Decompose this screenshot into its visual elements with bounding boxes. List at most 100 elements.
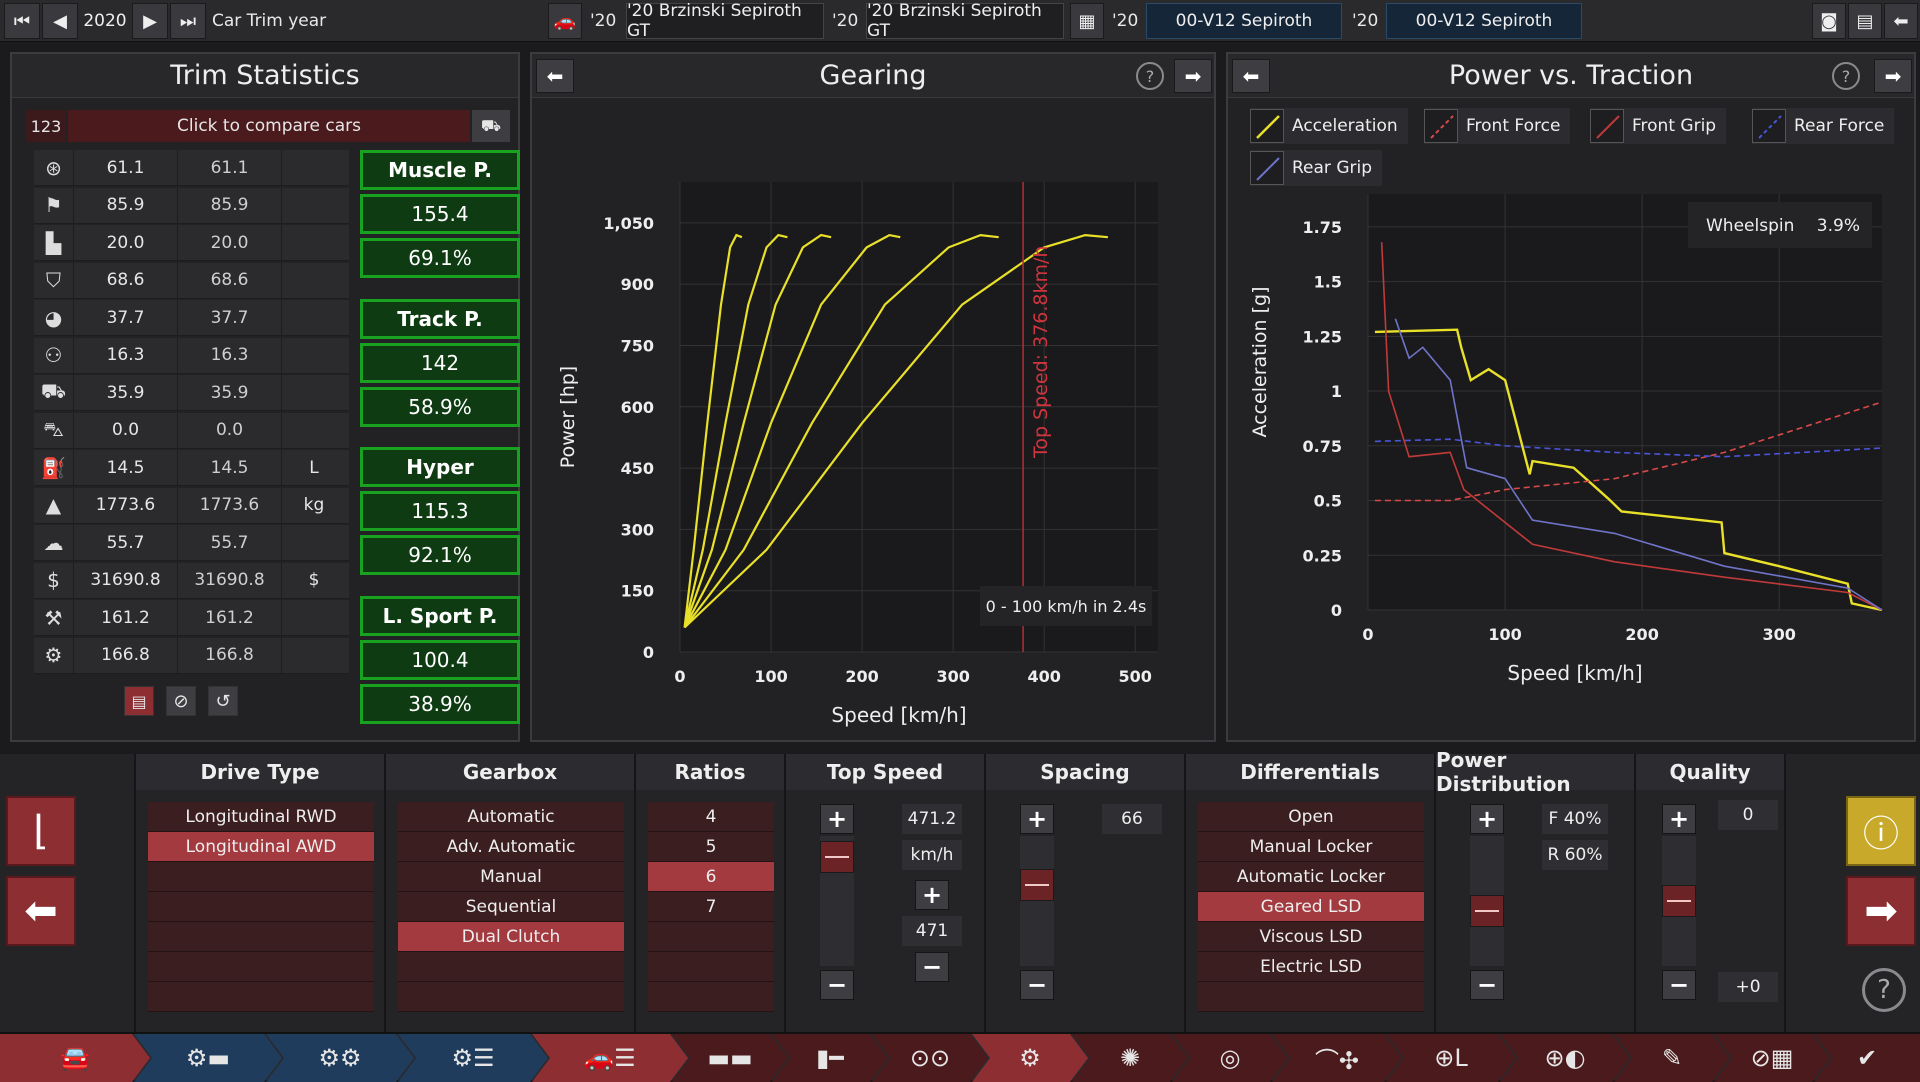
power-distribution-header: Power Distribution (1436, 748, 1634, 796)
engine-a-selector[interactable]: 00-V12 Sepiroth (1146, 3, 1342, 39)
engine-b-selector[interactable]: 00-V12 Sepiroth (1386, 3, 1582, 39)
camera-icon[interactable]: ◙ (1812, 3, 1846, 39)
top-speed-slider[interactable] (820, 836, 854, 966)
quality-slider[interactable] (1662, 836, 1696, 966)
x-tick-label: 0 (674, 667, 685, 686)
power-distribution-slider[interactable] (1470, 836, 1504, 966)
top-speed-plus-button[interactable]: + (820, 804, 854, 834)
drive-type-option[interactable]: Longitudinal RWD (148, 802, 374, 832)
differential-option[interactable]: Geared LSD (1198, 892, 1424, 922)
ratio-option[interactable]: 6 (648, 862, 774, 892)
next-year-button[interactable]: ▶ (132, 3, 168, 39)
differential-option[interactable]: Manual Locker (1198, 832, 1424, 862)
spacing-slider-knob[interactable] (1020, 869, 1054, 902)
car-b-year: '20 (832, 11, 859, 31)
stat-value: 85.9 (74, 187, 178, 223)
differential-option[interactable]: Automatic Locker (1198, 862, 1424, 892)
gearbox-option[interactable]: Manual (398, 862, 624, 892)
ratio-option[interactable]: 4 (648, 802, 774, 832)
y-tick-label: 300 (621, 520, 654, 539)
next-arrow-button[interactable]: ➡ (1846, 876, 1916, 946)
ratio-option[interactable]: 7 (648, 892, 774, 922)
last-year-button[interactable]: ⏭ (170, 3, 206, 39)
gearbox-option[interactable]: Sequential (398, 892, 624, 922)
stat-unit (282, 413, 346, 448)
gearing-help-icon[interactable]: ? (1136, 62, 1164, 90)
compare-car-icon[interactable]: ⛟ (472, 110, 510, 142)
drive-type-option[interactable]: Longitudinal AWD (148, 832, 374, 862)
top-speed-target-plus-button[interactable]: + (915, 880, 949, 910)
tuning-tab-icon[interactable]: ⊕◐ (1500, 1034, 1630, 1082)
paint-tab-icon[interactable]: ✎ (1614, 1034, 1730, 1082)
quality-plus-button[interactable]: + (1662, 804, 1696, 834)
quality-slider-knob[interactable] (1662, 885, 1696, 917)
prev-year-button[interactable]: ◀ (42, 3, 78, 39)
differentials-column: Differentials Open Manual Locker Automatic… (1184, 754, 1434, 1032)
legend-front-grip[interactable]: Front Grip (1590, 108, 1727, 144)
engine-tune-tab-icon[interactable]: ⚙☰ (398, 1034, 548, 1082)
car-a-selector[interactable]: '20 Brzinski Sepiroth GT (626, 1, 824, 41)
stat-row: ◕ 37.7 37.7 (34, 300, 349, 336)
car-icon[interactable]: 🚗 (548, 3, 582, 39)
wheels-tab-icon[interactable]: ✺ (1072, 1034, 1188, 1082)
brakes-tab-icon[interactable]: ◎ (1172, 1034, 1288, 1082)
power-distribution-minus-button[interactable]: − (1470, 970, 1504, 1000)
reset-icon[interactable]: ↺ (208, 686, 238, 716)
interior-tab-icon[interactable]: ⊕L (1386, 1034, 1516, 1082)
stat-unit (282, 150, 346, 185)
help-icon[interactable]: ? (1862, 968, 1906, 1012)
demographic-name: L. Sport P. (360, 595, 520, 636)
power-distribution-slider-knob[interactable] (1470, 894, 1504, 927)
gearbox-option[interactable]: Automatic (398, 802, 624, 832)
legend-acceleration[interactable]: Acceleration (1250, 108, 1408, 144)
top-speed-target-minus-button[interactable]: − (915, 952, 949, 982)
top-speed-slider-knob[interactable] (820, 840, 854, 873)
traction-next-button[interactable]: ➡ (1874, 59, 1912, 93)
quality-minus-button[interactable]: − (1662, 970, 1696, 1000)
differential-option[interactable]: Viscous LSD (1198, 922, 1424, 952)
traction-prev-button[interactable]: ⬅ (1232, 59, 1270, 93)
engine-block-tab-icon[interactable]: ⚙⚙ (266, 1034, 414, 1082)
calculator-icon[interactable]: ▤ (1848, 3, 1882, 39)
back-arrow-button[interactable]: ⬅ (6, 876, 76, 946)
back-icon[interactable]: ⬅ (1884, 3, 1918, 39)
aero-tab-icon[interactable]: ⌒✣ (1272, 1034, 1402, 1082)
engine-icon[interactable]: ▦ (1070, 3, 1104, 39)
power-distribution-plus-button[interactable]: + (1470, 804, 1504, 834)
traction-help-icon[interactable]: ? (1832, 62, 1860, 90)
gearbox-option[interactable]: Adv. Automatic (398, 832, 624, 862)
gearbox-tab-icon[interactable]: ⚙ (972, 1034, 1088, 1082)
spacing-plus-button[interactable]: + (1020, 804, 1054, 834)
chassis-tab-icon[interactable]: ▬▬ (672, 1034, 788, 1082)
stat-row: ⊛ 61.1 61.1 (34, 150, 349, 186)
drivetrain-tab-icon[interactable]: ⊙⊙ (872, 1034, 988, 1082)
first-year-button[interactable]: ⏮ (4, 3, 40, 39)
ratio-option[interactable]: 5 (648, 832, 774, 862)
warning-icon[interactable]: ⓘ (1846, 796, 1916, 866)
spacing-slider[interactable] (1020, 836, 1054, 966)
engine-family-tab-icon[interactable]: ⚙▬ (134, 1034, 282, 1082)
legend-rear-force[interactable]: Rear Force (1752, 108, 1895, 144)
trim-body-tab-icon[interactable]: 🚗☰ (532, 1034, 688, 1082)
gearing-prev-button[interactable]: ⬅ (536, 59, 574, 93)
differential-option[interactable]: Electric LSD (1198, 952, 1424, 982)
gearbox-option[interactable]: Dual Clutch (398, 922, 624, 952)
differential-option[interactable]: Open (1198, 802, 1424, 832)
top-speed-minus-button[interactable]: − (820, 970, 854, 1000)
legend-rear-grip[interactable]: Rear Grip (1250, 150, 1382, 186)
suspension-tab-icon[interactable]: ▮━ (772, 1034, 888, 1082)
car-b-selector[interactable]: '20 Brzinski Sepiroth GT (866, 1, 1064, 41)
test-track-tab-icon[interactable]: ⊘▦ (1714, 1034, 1830, 1082)
gearing-next-button[interactable]: ➡ (1174, 59, 1212, 93)
clear-icon[interactable]: ⊘ (166, 686, 196, 716)
stat-row: ⛉ 68.6 68.6 (34, 262, 349, 299)
x-tick-label: 500 (1119, 667, 1152, 686)
compare-cars-button[interactable]: Click to compare cars (68, 110, 470, 142)
engineering-icon: ⚙ (34, 637, 74, 673)
spacing-minus-button[interactable]: − (1020, 970, 1054, 1000)
report-icon[interactable]: ▤ (124, 686, 154, 716)
chart-tool-icon[interactable]: ⌊ (6, 796, 76, 866)
legend-front-force[interactable]: Front Force (1424, 108, 1571, 144)
drive-type-column: Drive Type Longitudinal RWD Longitudinal … (134, 754, 384, 1032)
car-model-tab-icon[interactable]: 🚘 (0, 1034, 150, 1082)
